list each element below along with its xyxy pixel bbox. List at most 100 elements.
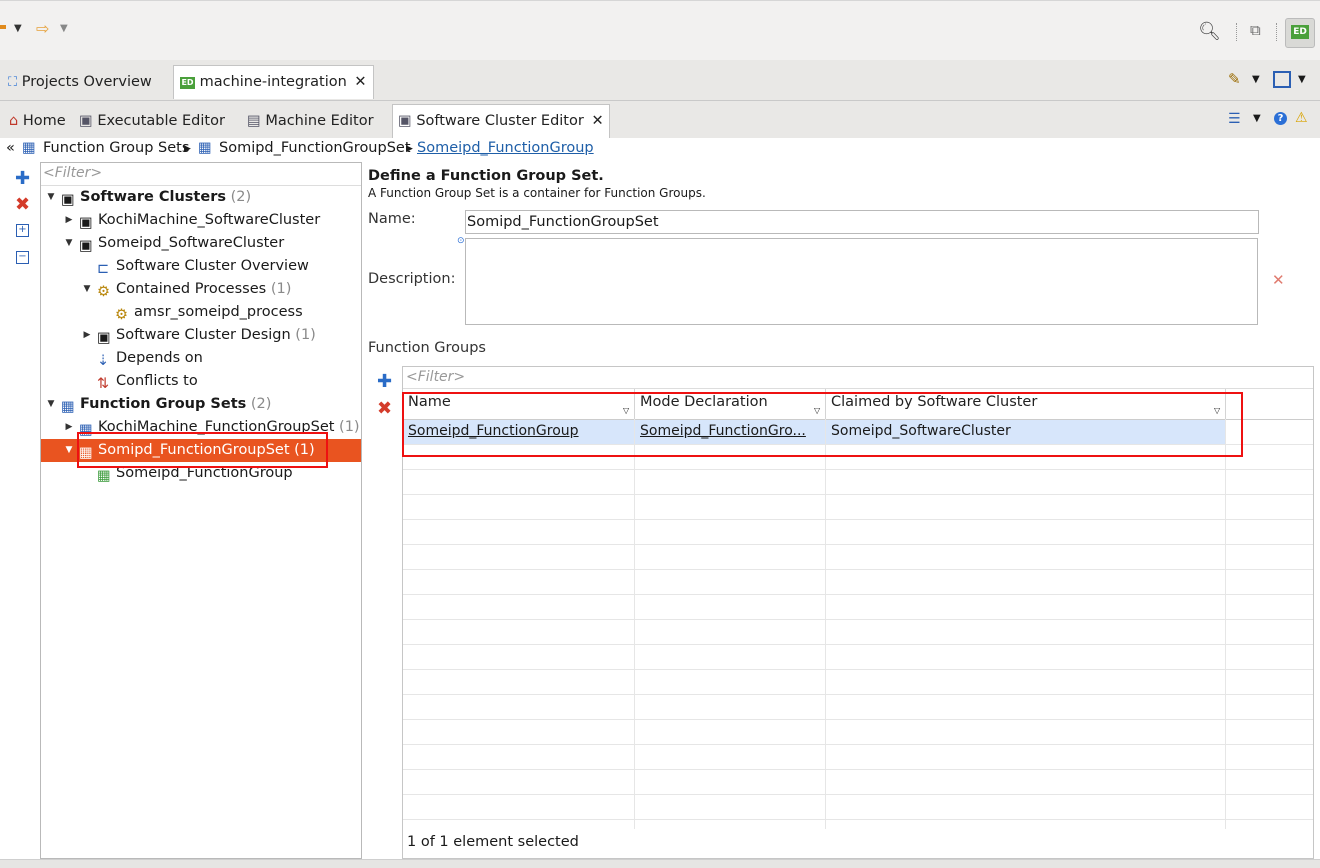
tree-item-count: (2) (250, 396, 272, 412)
breadcrumb-item-function-group-set[interactable]: Somipd_FunctionGroupSet (219, 140, 411, 156)
tree-item-overview[interactable]: ⊏ Software Cluster Overview (97, 255, 309, 278)
tree-item-kochi-cluster[interactable]: ▶ ▣ KochiMachine_SoftwareCluster (63, 209, 321, 232)
row-divider (403, 794, 1313, 795)
status-bar: 1 of 1 element selected (403, 830, 1313, 858)
view-tab-bar: ⛶ Projects Overview ED machine-integrati… (0, 60, 1320, 101)
perspective-button[interactable]: ED (1285, 18, 1315, 48)
tab-machine-integration[interactable]: ED machine-integration ✕ (173, 65, 374, 99)
tree-item-function-group-sets[interactable]: ▼ ▦ Function Group Sets (2) (45, 393, 272, 416)
tree-item-process[interactable]: ⚙ amsr_someipd_process (115, 301, 303, 324)
expand-arrow-icon[interactable]: ▶ (63, 416, 75, 439)
collapse-arrow-icon[interactable]: ▼ (63, 439, 75, 462)
tree-item-software-clusters[interactable]: ▼ ▣ Software Clusters (2) (45, 186, 252, 209)
tab-label: Machine Editor (265, 113, 374, 129)
row-divider (403, 594, 1313, 595)
collapse-all-icon[interactable]: − (16, 251, 29, 264)
tab-label: Projects Overview (21, 74, 152, 90)
tree-item-label: Software Cluster Overview (116, 258, 309, 274)
breadcrumb-back-icon[interactable]: « (6, 140, 15, 156)
chevron-down-icon[interactable]: ▼ (1252, 74, 1260, 85)
annotation-box (402, 392, 1243, 457)
description-label: Description: (368, 271, 456, 287)
function-group-set-icon: ▦ (198, 140, 212, 156)
row-divider (403, 469, 1313, 470)
software-cluster-icon: ▣ (79, 238, 93, 254)
open-perspective-icon[interactable]: ⧉ (1250, 21, 1261, 39)
breadcrumb-item-function-group[interactable]: Someipd_FunctionGroup (417, 140, 594, 156)
expand-arrow-icon[interactable]: ▶ (63, 209, 75, 232)
row-divider (403, 719, 1313, 720)
machine-icon: ▤ (247, 113, 261, 129)
collapse-arrow-icon[interactable]: ▼ (81, 278, 93, 301)
tree-item-label: KochiMachine_SoftwareCluster (98, 212, 321, 228)
collapse-arrow-icon[interactable]: ▼ (45, 186, 57, 209)
tree-item-someipd-cluster[interactable]: ▼ ▣ Someipd_SoftwareCluster (63, 232, 285, 255)
selection-status: 1 of 1 element selected (407, 834, 579, 850)
tab-software-cluster-editor[interactable]: ▣ Software Cluster Editor ✕ (392, 104, 610, 138)
tree-panel: <Filter> ▼ ▣ Software Clusters (2) ▶ ▣ Koc… (40, 162, 362, 859)
add-icon[interactable]: ✚ (15, 168, 30, 189)
magic-wand-icon[interactable]: ✎ (1228, 70, 1241, 88)
tree-filter-input[interactable]: <Filter> (43, 165, 102, 181)
breadcrumb-separator-icon: ▶ (406, 144, 413, 154)
tab-home[interactable]: ⌂ Home (4, 105, 71, 138)
tree-item-conflicts-to[interactable]: ⇅ Conflicts to (97, 370, 198, 393)
row-divider (403, 619, 1313, 620)
executable-icon: ▣ (79, 113, 93, 129)
dependency-icon: ⇣ (97, 353, 110, 369)
column-divider (634, 419, 635, 829)
row-divider (403, 819, 1313, 820)
name-field[interactable]: Somipd_FunctionGroupSet (465, 210, 1259, 234)
function-groups-label: Function Groups (368, 340, 486, 356)
expand-all-icon[interactable]: + (16, 224, 29, 237)
ed-icon: ED (180, 77, 195, 89)
forward-arrow-icon[interactable]: ⇨ (36, 19, 49, 38)
tab-executable-editor[interactable]: ▣ Executable Editor (74, 105, 230, 138)
toolbar-separator (1276, 23, 1278, 41)
tab-projects-overview[interactable]: ⛶ Projects Overview (2, 66, 158, 99)
software-cluster-icon: ▣ (398, 113, 412, 129)
tab-machine-editor[interactable]: ▤ Machine Editor (242, 105, 379, 138)
tree-item-depends-on[interactable]: ⇣ Depends on (97, 347, 203, 370)
close-icon[interactable]: ✕ (591, 113, 603, 129)
row-divider (403, 744, 1313, 745)
chevron-down-icon[interactable]: ▼ (60, 23, 68, 34)
expand-arrow-icon[interactable]: ▶ (81, 324, 93, 347)
table-filter-input[interactable]: <Filter> (406, 369, 465, 385)
chevron-down-icon[interactable]: ▼ (1298, 74, 1306, 85)
chevron-down-icon[interactable]: ▼ (14, 23, 22, 34)
tab-label: machine-integration (199, 74, 347, 90)
info-icon: ⊙ (457, 236, 465, 246)
warning-icon[interactable]: ⚠ (1295, 110, 1308, 126)
breadcrumb-separator-icon: ▶ (184, 144, 191, 154)
toolbar-separator (1236, 23, 1238, 41)
row-divider (403, 569, 1313, 570)
collapse-arrow-icon[interactable]: ▼ (63, 232, 75, 255)
toolbar-edge-icon[interactable] (0, 25, 6, 29)
close-icon[interactable]: ✕ (354, 74, 366, 90)
remove-function-group-icon[interactable]: ✖ (377, 398, 392, 419)
tree-item-label: Conflicts to (116, 373, 198, 389)
row-divider (403, 769, 1313, 770)
breadcrumb-item-function-group-sets[interactable]: Function Group Sets (43, 140, 189, 156)
function-group-set-icon: ▦ (61, 399, 75, 415)
search-icon[interactable]: 🔍︎ (1198, 21, 1221, 42)
chevron-down-icon[interactable]: ▼ (1253, 113, 1261, 124)
row-divider (403, 644, 1313, 645)
tree-item-design[interactable]: ▶ ▣ Software Cluster Design (1) (81, 324, 316, 347)
collapse-arrow-icon[interactable]: ▼ (45, 393, 57, 416)
tree-item-contained-processes[interactable]: ▼ ⚙ Contained Processes (1) (81, 278, 292, 301)
clear-icon[interactable]: ✕ (1272, 271, 1285, 289)
help-icon[interactable]: ? (1274, 112, 1287, 125)
row-divider (403, 544, 1313, 545)
tree-item-count: (1) (339, 419, 360, 435)
gear-icon: ⚙ (115, 307, 128, 323)
delete-icon[interactable]: ✖ (15, 194, 30, 215)
description-field[interactable] (465, 238, 1258, 325)
add-function-group-icon[interactable]: ✚ (377, 371, 392, 392)
tree-item-label: Software Clusters (80, 189, 226, 205)
main-toolbar: ▼ ⇨ ▼ 🔍︎ ⧉ ED (0, 0, 1320, 61)
view-menu-icon[interactable]: ☰ (1228, 111, 1241, 127)
gear-icon: ⚙ (97, 284, 110, 300)
maximize-icon[interactable] (1273, 71, 1291, 88)
